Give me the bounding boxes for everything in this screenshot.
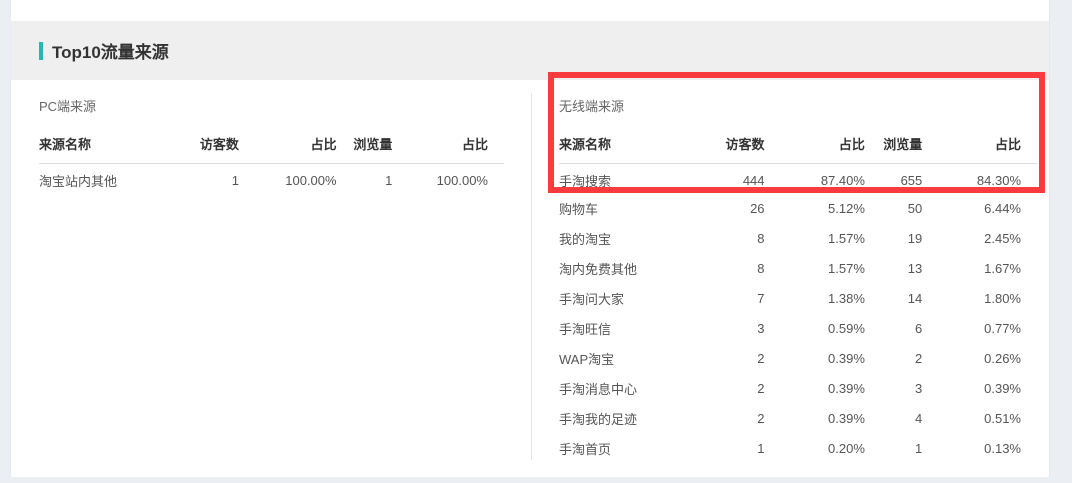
pageviews-value: 50 [865,194,922,224]
source-name: WAP淘宝 [559,344,679,374]
wireless-source-section: 无线端来源 来源名称 访客数 占比 浏览量 占比 手淘搜索 [531,80,1049,464]
visitor-share-value: 87.40% [765,164,865,194]
visitors-value: 7 [679,284,765,314]
pageview-share-value: 2.45% [922,224,1037,254]
source-name: 手淘搜索 [559,164,679,194]
source-name: 手淘旺信 [559,314,679,344]
visitor-share-value: 0.39% [765,344,865,374]
table-row: 手淘搜索 444 87.40% 655 84.30% [559,164,1037,194]
pageviews-value: 2 [865,344,922,374]
column-header-source-name: 来源名称 [559,115,679,164]
source-name: 淘宝站内其他 [39,164,155,194]
visitor-share-value: 5.12% [765,194,865,224]
content-panel: Top10流量来源 PC端来源 来源名称 访客数 占比 浏览量 占比 [10,0,1050,477]
visitors-value: 1 [155,164,239,194]
table-row: 手淘首页 1 0.20% 1 0.13% [559,434,1037,464]
pageviews-value: 3 [865,374,922,404]
pageview-share-value: 0.77% [922,314,1037,344]
visitor-share-value: 0.20% [765,434,865,464]
visitor-share-value: 1.57% [765,224,865,254]
page-title: Top10流量来源 [52,38,169,63]
column-header-pageview-share: 占比 [392,115,504,164]
source-name: 手淘我的足迹 [559,404,679,434]
pc-source-section: PC端来源 来源名称 访客数 占比 浏览量 占比 淘宝站内其他 [11,80,531,464]
pageviews-value: 14 [865,284,922,314]
visitors-value: 444 [679,164,765,194]
title-accent-bar-icon [39,42,43,60]
column-header-visitors: 访客数 [679,115,765,164]
column-header-visitor-share: 占比 [239,115,337,164]
source-name: 购物车 [559,194,679,224]
visitor-share-value: 100.00% [239,164,337,194]
visitors-value: 2 [679,344,765,374]
pageviews-value: 1 [337,164,393,194]
pc-source-subtitle: PC端来源 [39,96,504,115]
column-header-pageviews: 浏览量 [337,115,393,164]
table-row: 手淘问大家 7 1.38% 14 1.80% [559,284,1037,314]
section-header: Top10流量来源 [11,21,1049,80]
pageview-share-value: 0.51% [922,404,1037,434]
visitor-share-value: 1.38% [765,284,865,314]
source-name: 手淘问大家 [559,284,679,314]
visitors-value: 2 [679,404,765,434]
pageview-share-value: 0.26% [922,344,1037,374]
pageviews-value: 4 [865,404,922,434]
table-row: 淘内免费其他 8 1.57% 13 1.67% [559,254,1037,284]
wireless-source-subtitle: 无线端来源 [559,96,1037,115]
vertical-divider [531,93,532,460]
column-header-pageview-share: 占比 [922,115,1037,164]
visitor-share-value: 0.39% [765,404,865,434]
table-header-row: 来源名称 访客数 占比 浏览量 占比 [39,115,504,164]
source-name: 我的淘宝 [559,224,679,254]
pageview-share-value: 0.39% [922,374,1037,404]
visitor-share-value: 0.39% [765,374,865,404]
table-row: WAP淘宝 2 0.39% 2 0.26% [559,344,1037,374]
pageviews-value: 6 [865,314,922,344]
pageviews-value: 1 [865,434,922,464]
pageviews-value: 13 [865,254,922,284]
visitors-value: 8 [679,224,765,254]
table-row: 手淘消息中心 2 0.39% 3 0.39% [559,374,1037,404]
visitors-value: 2 [679,374,765,404]
pageview-share-value: 0.13% [922,434,1037,464]
table-row: 手淘我的足迹 2 0.39% 4 0.51% [559,404,1037,434]
table-row: 手淘旺信 3 0.59% 6 0.77% [559,314,1037,344]
column-header-source-name: 来源名称 [39,115,155,164]
visitors-value: 3 [679,314,765,344]
table-row: 我的淘宝 8 1.57% 19 2.45% [559,224,1037,254]
wireless-source-table: 来源名称 访客数 占比 浏览量 占比 手淘搜索 444 87.40% 655 8… [559,115,1037,464]
column-header-pageviews: 浏览量 [865,115,922,164]
pageviews-value: 655 [865,164,922,194]
pageview-share-value: 84.30% [922,164,1037,194]
pageview-share-value: 1.67% [922,254,1037,284]
pageview-share-value: 6.44% [922,194,1037,224]
column-header-visitor-share: 占比 [765,115,865,164]
table-row: 淘宝站内其他 1 100.00% 1 100.00% [39,164,504,194]
pageviews-value: 19 [865,224,922,254]
source-name: 手淘首页 [559,434,679,464]
table-header-row: 来源名称 访客数 占比 浏览量 占比 [559,115,1037,164]
visitors-value: 26 [679,194,765,224]
visitor-share-value: 1.57% [765,254,865,284]
tables-row: PC端来源 来源名称 访客数 占比 浏览量 占比 淘宝站内其他 [11,80,1049,464]
visitors-value: 8 [679,254,765,284]
table-row: 购物车 26 5.12% 50 6.44% [559,194,1037,224]
column-header-visitors: 访客数 [155,115,239,164]
pageview-share-value: 1.80% [922,284,1037,314]
source-name: 手淘消息中心 [559,374,679,404]
source-name: 淘内免费其他 [559,254,679,284]
pageview-share-value: 100.00% [392,164,504,194]
visitor-share-value: 0.59% [765,314,865,344]
visitors-value: 1 [679,434,765,464]
pc-source-table: 来源名称 访客数 占比 浏览量 占比 淘宝站内其他 1 100.00% 1 10… [39,115,504,194]
